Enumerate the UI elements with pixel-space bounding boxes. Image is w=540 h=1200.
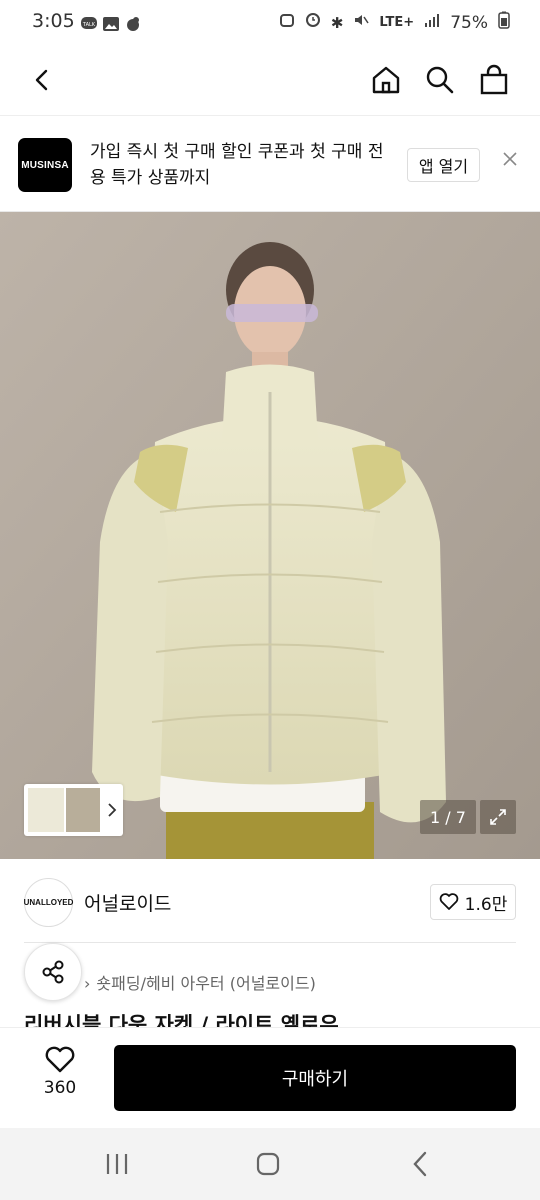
expand-button[interactable] (480, 800, 516, 834)
home-nav-button[interactable] (250, 1146, 286, 1182)
promo-banner: MUSINSA 가입 즉시 첫 구매 할인 쿠폰과 첫 구매 전용 특가 상품까… (0, 117, 540, 212)
home-button[interactable] (366, 60, 406, 100)
breadcrumb[interactable]: › 숏패딩/헤비 아우터 (어널로이드) (84, 970, 316, 994)
brand-like-button[interactable]: 1.6만 (430, 884, 516, 920)
musinsa-logo: MUSINSA (18, 138, 72, 192)
wishlist-count: 360 (43, 1078, 77, 1098)
back-nav-icon (413, 1151, 427, 1177)
image-counter: 1 / 7 (420, 800, 476, 834)
alarm-icon (279, 12, 295, 33)
thumbnail-strip[interactable] (24, 784, 123, 836)
brand-like-count: 1.6만 (464, 894, 508, 915)
battery-label: 75% (450, 12, 488, 33)
network-label: LTE+ (379, 15, 415, 30)
thumbnail-1[interactable] (28, 788, 64, 832)
recent-apps-icon (106, 1154, 128, 1174)
search-button[interactable] (420, 60, 460, 100)
buy-button[interactable]: 구매하기 (114, 1045, 516, 1111)
product-photo (0, 212, 540, 859)
thumbnail-2[interactable] (66, 788, 100, 832)
status-bar: 3:05 TALK ✱ LTE+ 75% (0, 0, 540, 48)
talk-icon: TALK (80, 15, 98, 33)
gallery-icon (102, 15, 120, 33)
share-button[interactable] (24, 943, 82, 1001)
close-icon (503, 152, 517, 166)
status-right: ✱ LTE+ 75% (279, 11, 510, 34)
thumbnail-next-button[interactable] (104, 798, 120, 822)
app-header (0, 48, 540, 116)
home-nav-icon (256, 1152, 280, 1176)
heart-icon (439, 893, 458, 910)
promo-text: 가입 즉시 첫 구매 할인 쿠폰과 첫 구매 전용 특가 상품까지 (90, 142, 384, 188)
product-title: 리버시블 다운 자켓 / 라이트 옐로우 (24, 1013, 339, 1028)
brand-logo[interactable]: UNALLOYED (24, 878, 73, 927)
back-icon (35, 69, 48, 91)
bluetooth-icon: ✱ (330, 13, 344, 32)
divider (24, 942, 516, 943)
mute-icon (353, 12, 370, 33)
signal-icon (424, 12, 440, 33)
wishlist-button[interactable]: 360 (28, 1046, 92, 1110)
back-nav-button[interactable] (402, 1146, 438, 1182)
purchase-bar: 360 구매하기 (0, 1027, 540, 1128)
back-button[interactable] (22, 60, 62, 100)
search-icon (426, 66, 454, 94)
battery-icon (498, 11, 510, 34)
chevron-right-icon (108, 803, 117, 817)
breadcrumb-separator: › (84, 974, 91, 993)
notification-icon (124, 15, 142, 33)
close-banner-button[interactable] (496, 145, 524, 173)
heart-icon (45, 1046, 75, 1073)
expand-icon (490, 809, 506, 825)
brand-row: UNALLOYED 어널로이드 1.6만 (0, 860, 540, 944)
open-app-button[interactable]: 앱 열기 (407, 148, 480, 182)
svg-text:TALK: TALK (82, 22, 96, 28)
clock-icon (305, 12, 321, 33)
share-icon (42, 960, 64, 984)
system-nav-bar (0, 1128, 540, 1200)
recent-apps-button[interactable] (99, 1146, 135, 1182)
bag-icon (480, 64, 508, 95)
bag-button[interactable] (474, 60, 514, 100)
product-image[interactable]: 1 / 7 (0, 212, 540, 859)
breadcrumb-category[interactable]: 숏패딩/헤비 아우터 (어널로이드) (96, 974, 315, 993)
brand-name[interactable]: 어널로이드 (84, 889, 171, 916)
status-time: 3:05 (32, 10, 75, 32)
home-icon (372, 66, 400, 94)
